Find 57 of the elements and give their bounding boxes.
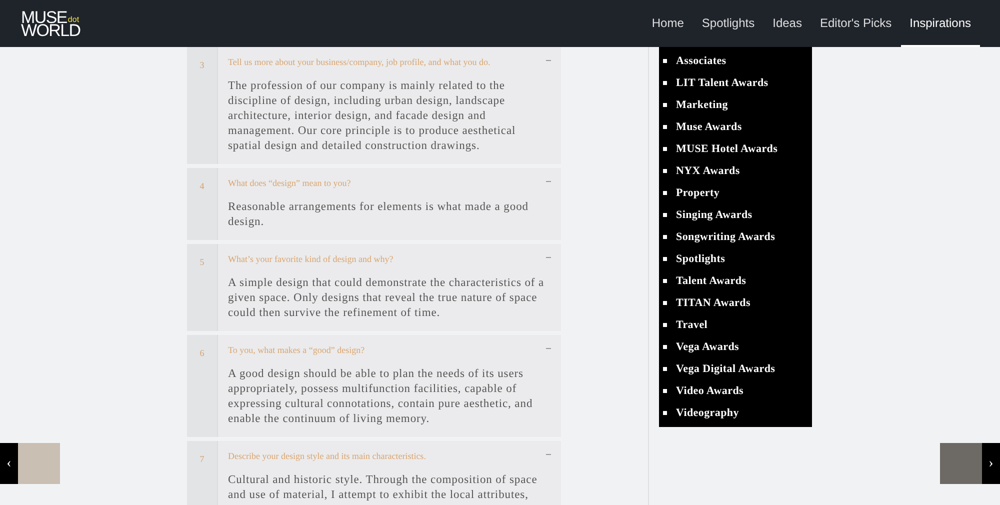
category-link[interactable]: LIT Talent Awards <box>676 77 768 89</box>
answer-text: The profession of our company is mainly related to the discipline of design, including urban design, landscape architecture, interior design, and facade design and management. Our core principle is to produce aesthetical spatial design and detailed construction drawings. <box>228 79 517 154</box>
answer-text: A simple design that could demonstrate the characteristics of a given space. Only designs that reveal the true nature of space could then survive the refinement of time. <box>228 276 546 321</box>
bullet-icon <box>663 257 667 261</box>
category-link[interactable]: Vega Awards <box>676 341 740 353</box>
nav-link[interactable]: Editor's Picks <box>810 0 901 47</box>
category-link[interactable]: NYX Awards <box>676 165 740 177</box>
bullet-icon <box>663 103 667 107</box>
category-link[interactable]: Videography <box>676 407 739 419</box>
bullet-icon <box>663 191 667 195</box>
question-text: Describe your design style and its main characteristics. <box>228 451 426 461</box>
category-link[interactable]: Spotlights <box>676 253 726 265</box>
next-post-button[interactable]: › <box>982 443 1000 484</box>
category-link[interactable]: Talent Awards <box>676 275 746 287</box>
nav-link[interactable]: Inspirations <box>900 0 980 47</box>
bullet-icon <box>663 389 667 393</box>
question-text: What’s your favorite kind of design and why? <box>228 254 394 264</box>
category-link[interactable]: TITAN Awards <box>676 297 750 309</box>
category-link[interactable]: Muse Awards <box>676 121 742 133</box>
category-link[interactable]: Marketing <box>676 99 728 111</box>
bullet-icon <box>663 411 667 415</box>
bullet-icon <box>663 59 667 63</box>
category-link[interactable]: Associates <box>676 55 726 67</box>
nav-link[interactable]: Ideas <box>764 0 811 47</box>
category-link[interactable]: Songwriting Awards <box>676 231 776 243</box>
bullet-icon <box>663 301 667 305</box>
question-number: 3 <box>187 47 218 164</box>
question-text: What does “design” mean to you? <box>228 178 351 188</box>
bullet-icon <box>663 323 667 327</box>
question-number: 7 <box>187 441 218 505</box>
bullet-icon <box>663 147 667 151</box>
category-link[interactable]: Video Awards <box>676 385 744 397</box>
category-link[interactable]: Travel <box>676 319 708 331</box>
bullet-icon <box>663 279 667 283</box>
category-link[interactable]: Singing Awards <box>676 209 752 221</box>
bullet-icon <box>663 367 667 371</box>
bullet-icon <box>663 345 667 349</box>
question-text: Tell us more about your business/company, job profile, and what you do. <box>228 57 490 67</box>
answer-text: Reasonable arrangements for elements is what made a good design. <box>228 200 530 230</box>
category-link[interactable]: Vega Digital Awards <box>676 363 776 375</box>
bullet-icon <box>663 125 667 129</box>
nav-link[interactable]: Spotlights <box>692 0 764 47</box>
site-logo[interactable]: MUSEdot WORLD <box>21 10 81 36</box>
bullet-icon <box>663 169 667 173</box>
answer-text: A good design should be able to plan the needs of its users appropriately, possess multifunction facilities, capable of expressing cultural connotations, contain pure aesthetic, and enable the continuum of living memory. <box>228 367 534 427</box>
previous-post-button[interactable]: ‹ <box>0 443 18 484</box>
bullet-icon <box>663 213 667 217</box>
nav-link[interactable]: Home <box>642 0 693 47</box>
bullet-icon <box>663 81 667 85</box>
category-link[interactable]: Property <box>676 187 720 199</box>
category-link[interactable]: MUSE Hotel Awards <box>676 143 778 155</box>
question-number: 4 <box>187 168 218 240</box>
answer-text: Cultural and historic style. Through the composition of space and use of material, I attempt to exhibit the local attributes, <box>228 473 538 503</box>
bullet-icon <box>663 235 667 239</box>
question-text: To you, what makes a “good” design? <box>228 345 365 355</box>
question-number: 6 <box>187 335 218 437</box>
question-number: 5 <box>187 244 218 331</box>
